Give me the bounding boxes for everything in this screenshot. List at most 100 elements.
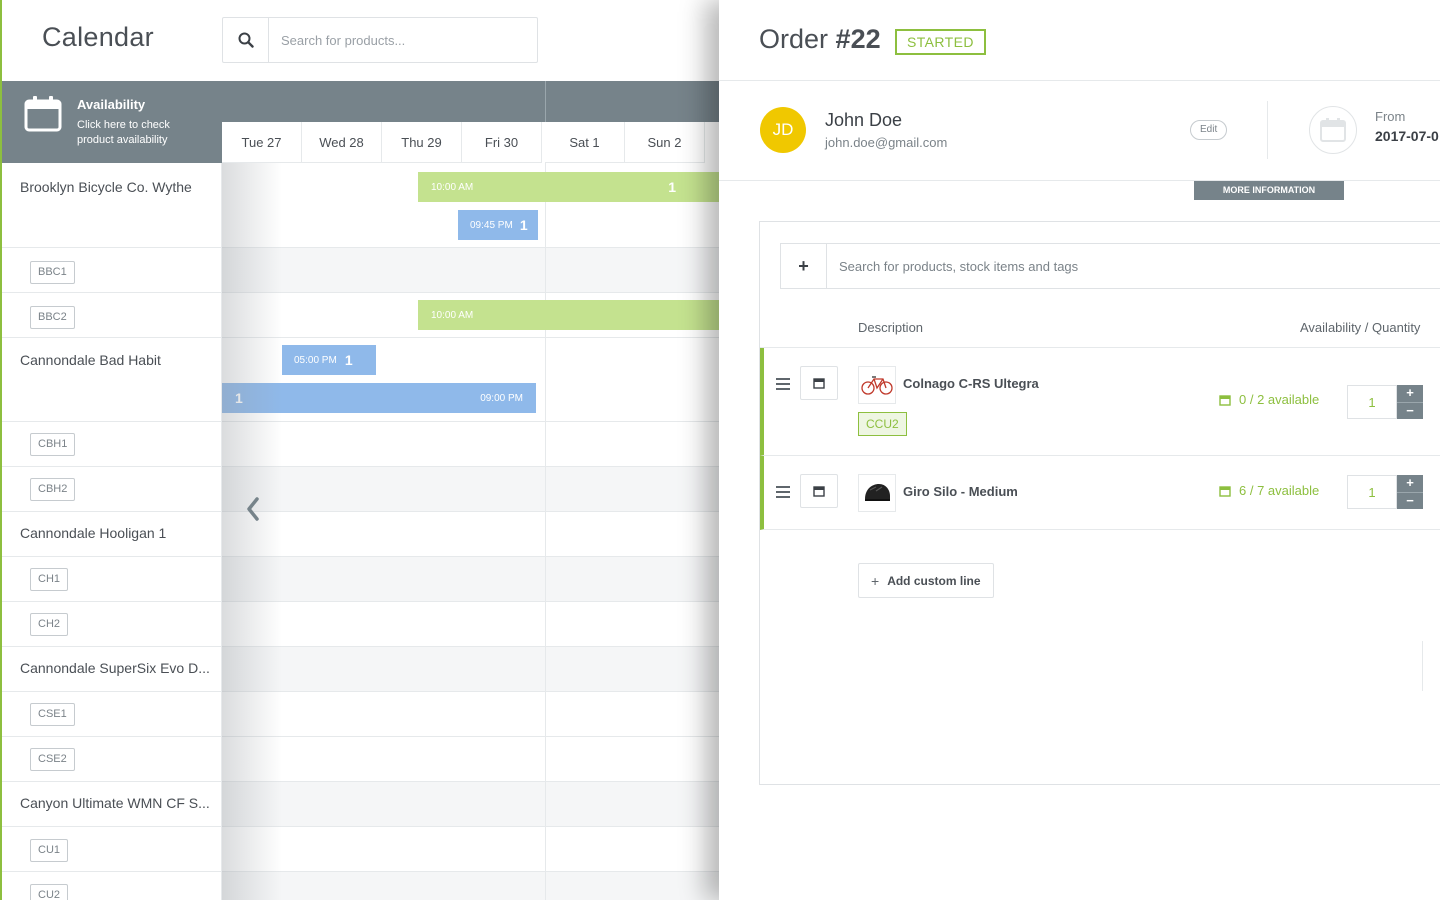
stock-item-row[interactable]: CSE1 [2,692,722,737]
line-dates-button[interactable] [800,366,838,400]
search-button[interactable] [223,18,269,62]
stock-item-row[interactable]: BBC1 [2,248,722,293]
availability-button[interactable]: Availability Click here to check product… [2,81,222,163]
plus-icon: + [798,255,809,276]
stock-item-tag[interactable]: CH1 [30,568,69,591]
booking-bar[interactable]: 09:45 PM 1 [458,210,538,240]
booking-bar[interactable]: 10:00 AM 1 [418,172,722,202]
product-name: Cannondale SuperSix Evo D... [20,660,210,676]
calendar-grid-header: Tue 27 Wed 28 Thu 29 Fri 30 Sat 1 Sun 2 [222,81,722,163]
add-custom-line-button[interactable]: + Add custom line [858,563,994,598]
booking-bar[interactable]: 1 09:00 PM [222,383,536,413]
stock-item-tag[interactable]: CBH1 [30,433,76,456]
line-availability: 6 / 7 available [1219,483,1319,498]
customer-name[interactable]: John Doe [825,110,902,131]
drag-handle-icon[interactable] [776,378,790,393]
line-dates-button[interactable] [800,474,838,508]
plus-icon: + [871,572,880,589]
product-row[interactable]: Canyon Ultimate WMN CF S... [2,782,722,827]
stock-item-tag[interactable]: CCU2 [858,412,907,436]
decrement-button[interactable]: − [1397,402,1423,419]
stock-item-tag[interactable]: CU1 [30,839,69,862]
quantity-stepper[interactable]: + − [1397,475,1423,509]
booking-count: 1 [668,179,676,195]
product-row[interactable]: Cannondale SuperSix Evo D... [2,647,722,692]
helmet-icon [865,484,890,501]
product-name: Brooklyn Bicycle Co. Wythe [20,179,192,195]
line-product-name[interactable]: Giro Silo - Medium [903,484,1018,499]
from-date-button[interactable] [1309,106,1357,154]
customer-section: JD John Doe john.doe@gmail.com Edit From… [719,81,1440,181]
day-header[interactable]: Sat 1 [545,122,625,163]
quantity-stepper[interactable]: + − [1397,385,1423,419]
product-search[interactable] [222,17,538,63]
add-product-search[interactable]: + [780,243,1440,289]
product-search-input[interactable] [839,256,1339,276]
day-header[interactable]: Tue 27 [222,122,302,163]
stock-item-row[interactable]: CSE2 [2,737,722,782]
booking-time: 09:45 PM [470,219,513,231]
add-product-button[interactable]: + [781,244,827,288]
from-date[interactable]: 2017-07-0 [1375,128,1439,144]
stock-item-tag[interactable]: CBH2 [30,478,76,501]
day-header[interactable]: Sun 2 [625,122,705,163]
calendar-icon [1219,394,1231,406]
order-lines-card: + Description Availability / Quantity Co… [759,221,1440,785]
column-header-availability: Availability / Quantity [1300,320,1421,335]
stock-item-row[interactable]: CH1 [2,557,722,602]
day-header[interactable]: Wed 28 [302,122,382,163]
page-title: Calendar [42,22,154,52]
order-title: Order #22 [759,24,881,55]
stock-item-tag[interactable]: BBC2 [30,306,75,329]
search-input[interactable] [281,30,521,50]
customer-email: john.doe@gmail.com [825,135,948,150]
quantity-input[interactable]: 1 [1347,475,1397,509]
stock-item-row[interactable]: CBH1 [2,422,722,467]
stock-item-tag[interactable]: BBC1 [30,261,75,284]
line-product-name[interactable]: Colnago C-RS Ultegra [903,376,1039,391]
order-title-prefix: Order [759,24,829,54]
increment-button[interactable]: + [1397,385,1423,402]
order-panel: Order #22 STARTED JD John Doe john.doe@g… [719,0,1440,900]
decrement-button[interactable]: − [1397,492,1423,509]
stock-item-row[interactable]: CU1 [2,827,722,872]
quantity-input[interactable]: 1 [1347,385,1397,419]
availability-subtitle: Click here to check product availability [77,119,170,146]
add-custom-line-label: Add custom line [887,573,981,588]
product-thumbnail [858,474,896,512]
previous-week-button[interactable] [240,492,266,526]
product-name: Cannondale Hooligan 1 [20,525,167,541]
day-header[interactable]: Fri 30 [462,122,542,163]
booking-time: 10:00 AM [431,309,474,321]
line-availability: 0 / 2 available [1219,392,1319,407]
stock-item-row[interactable]: CU2 [2,872,722,900]
stock-item-tag[interactable]: CSE2 [30,748,75,771]
order-header: Order #22 STARTED [719,0,1440,81]
product-row[interactable]: Cannondale Hooligan 1 [2,512,722,557]
booking-time: 10:00 AM [431,181,474,193]
booking-bar[interactable]: 10:00 AM [418,300,722,330]
stock-item-row[interactable]: CBH2 [2,467,722,512]
booking-bar[interactable]: 05:00 PM 1 [282,345,376,375]
avatar: JD [760,107,806,153]
more-information-button[interactable]: MORE INFORMATION [1194,181,1344,200]
availability-title: Availability [77,97,146,112]
drag-handle-icon[interactable] [776,486,790,501]
edit-customer-button[interactable]: Edit [1190,120,1228,140]
status-badge[interactable]: STARTED [895,29,986,55]
week-divider [545,163,546,900]
increment-button[interactable]: + [1397,475,1423,492]
product-thumbnail [858,366,896,404]
stock-item-tag[interactable]: CSE1 [30,703,75,726]
availability-text: 0 / 2 available [1239,392,1320,407]
column-header-description: Description [858,320,924,335]
stock-item-row[interactable]: CH2 [2,602,722,647]
stock-item-tag[interactable]: CH2 [30,613,69,636]
stock-item-tag[interactable]: CU2 [30,884,69,900]
booking-count: 1 [344,352,353,368]
day-header[interactable]: Thu 29 [382,122,462,163]
search-icon [238,32,254,48]
order-line: Giro Silo - Medium 6 / 7 available 1 + − [760,456,1440,530]
booking-count: 1 [235,390,243,406]
lines-table-header: Description Availability / Quantity [760,310,1440,348]
